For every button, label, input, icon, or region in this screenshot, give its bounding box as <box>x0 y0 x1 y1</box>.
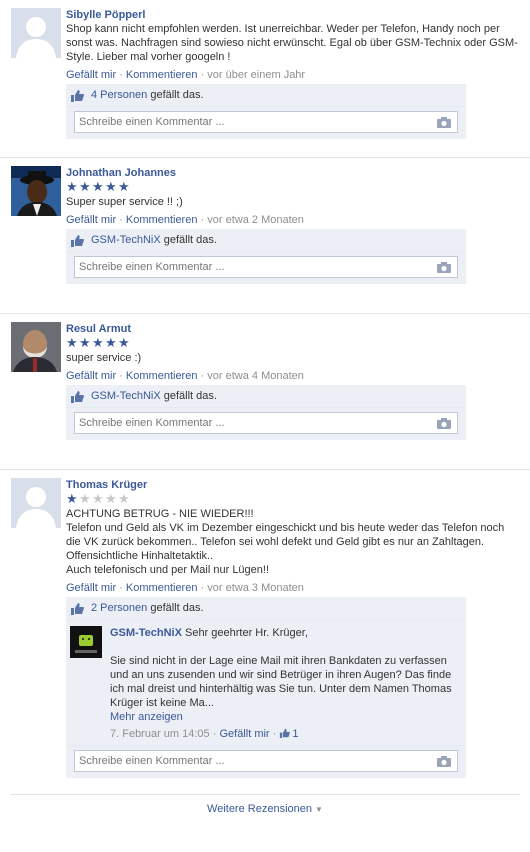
like-link[interactable]: Gefällt mir <box>66 370 116 382</box>
review-text-line: Telefon und Geld als VK im Dezember eing… <box>66 522 505 562</box>
comment-panel: GSM-TechNiX gefällt das. Schreibe einen … <box>66 229 466 284</box>
review-text-line: Auch telefonisch und per Mail nur Lügen!… <box>66 564 270 576</box>
comment-placeholder: Schreibe einen Kommentar ... <box>79 417 225 429</box>
comment-link[interactable]: Kommentieren <box>126 69 198 81</box>
review-item: Resul Armut ★ ★ ★ ★ ★ super service :) Gefäl… <box>0 313 530 469</box>
camera-icon[interactable] <box>437 755 451 767</box>
reply-author[interactable]: GSM-TechNiX <box>110 627 182 639</box>
review-text: super service :) <box>66 352 142 364</box>
star-icon: ★ <box>92 179 104 194</box>
star-icon: ★ <box>105 179 117 194</box>
comment-panel: GSM-TechNiX gefällt das. Schreibe einen … <box>66 385 466 440</box>
reply-meta: 7. Februar um 14:05 · Gefällt mir · 1 <box>110 728 299 740</box>
review-actions: Gefällt mir · Kommentieren · vor über ei… <box>66 69 306 81</box>
like-link[interactable]: Gefällt mir <box>66 69 116 81</box>
comment-input[interactable]: Schreibe einen Kommentar ... <box>74 412 458 434</box>
star-icon: ★ <box>66 335 78 350</box>
star-icon: ★ <box>118 491 130 506</box>
review-item: Thomas Krüger ★ ★ ★ ★ ★ ACHTUNG BETRUG - NIE… <box>0 469 530 794</box>
thumbs-up-icon <box>280 728 291 738</box>
thumbs-up-icon <box>71 390 84 403</box>
reply-comment: GSM-TechNiX Sehr geehrter Hr. Krüger, Si… <box>66 620 466 746</box>
like-link[interactable]: Gefällt mir <box>66 582 116 594</box>
timestamp: vor etwa 4 Monaten <box>207 370 304 382</box>
review-text: Super super service !! ;) <box>66 196 183 208</box>
star-icon: ★ <box>66 491 78 506</box>
comment-link[interactable]: Kommentieren <box>126 214 198 226</box>
likes-count-link[interactable]: GSM-TechNiX <box>91 233 161 247</box>
star-icon: ★ <box>118 335 130 350</box>
timestamp: vor etwa 2 Monaten <box>207 214 304 226</box>
review-text-line: ACHTUNG BETRUG - NIE WIEDER!!! <box>66 508 254 520</box>
star-icon: ★ <box>79 335 91 350</box>
comment-link[interactable]: Kommentieren <box>126 370 198 382</box>
likes-suffix: gefällt das. <box>163 234 217 246</box>
avatar[interactable] <box>11 322 61 372</box>
chevron-down-icon: ▼ <box>315 805 323 814</box>
reply-body: Sie sind nicht in der Lage eine Mail mit… <box>110 655 452 709</box>
reply-date: 7. Februar um 14:05 <box>110 728 210 740</box>
thumbs-up-icon <box>71 89 84 102</box>
page-avatar[interactable] <box>70 626 102 658</box>
star-icon: ★ <box>105 335 117 350</box>
reply-greeting: Sehr geehrter Hr. Krüger, <box>184 627 308 639</box>
more-reviews-label: Weitere Rezensionen <box>207 803 312 815</box>
comment-input[interactable]: Schreibe einen Kommentar ... <box>74 111 458 133</box>
comment-panel: 2 Personen gefällt das. GSM-TechNiX Sehr… <box>66 597 466 778</box>
camera-icon[interactable] <box>437 417 451 429</box>
comment-panel: 4 Personen gefällt das. Schreibe einen K… <box>66 84 466 139</box>
avatar[interactable] <box>11 166 61 216</box>
avatar[interactable] <box>11 478 61 528</box>
camera-icon[interactable] <box>437 116 451 128</box>
timestamp: vor über einem Jahr <box>207 69 306 81</box>
review-item: Sibylle Pöpperl Shop kann nicht empfohle… <box>0 0 530 157</box>
comment-link[interactable]: Kommentieren <box>126 582 198 594</box>
like-link[interactable]: Gefällt mir <box>66 214 116 226</box>
review-actions: Gefällt mir · Kommentieren · vor etwa 3 … <box>66 582 304 594</box>
star-icon: ★ <box>79 491 91 506</box>
star-rating: ★ ★ ★ ★ ★ <box>66 335 520 350</box>
reply-like-count[interactable]: 1 <box>292 728 298 740</box>
avatar[interactable] <box>11 8 61 58</box>
likes-suffix: gefällt das. <box>163 390 217 402</box>
likes-suffix: gefällt das. <box>150 602 204 614</box>
review-actions: Gefällt mir · Kommentieren · vor etwa 4 … <box>66 370 304 382</box>
star-rating: ★ ★ ★ ★ ★ <box>66 179 520 194</box>
likes-summary: GSM-TechNiX gefällt das. <box>66 229 466 252</box>
reviewer-name[interactable]: Sibylle Pöpperl <box>66 8 520 22</box>
review-item: Johnathan Johannes ★ ★ ★ ★ ★ Super super ser… <box>0 157 530 313</box>
likes-count-link[interactable]: 4 Personen <box>91 88 147 102</box>
star-icon: ★ <box>66 179 78 194</box>
review-text: ACHTUNG BETRUG - NIE WIEDER!!! Telefon u… <box>66 507 520 577</box>
review-actions: Gefällt mir · Kommentieren · vor etwa 2 … <box>66 214 304 226</box>
reply-like-link[interactable]: Gefällt mir <box>219 728 269 740</box>
comment-placeholder: Schreibe einen Kommentar ... <box>79 116 225 128</box>
star-icon: ★ <box>92 491 104 506</box>
comment-placeholder: Schreibe einen Kommentar ... <box>79 755 225 767</box>
review-text: Shop kann nicht empfohlen werden. Ist un… <box>66 23 518 63</box>
star-icon: ★ <box>118 179 130 194</box>
more-reviews-link[interactable]: Weitere Rezensionen ▼ <box>10 794 520 823</box>
reviewer-name[interactable]: Resul Armut <box>66 322 520 336</box>
reviewer-name[interactable]: Johnathan Johannes <box>66 166 520 180</box>
reviewer-name[interactable]: Thomas Krüger <box>66 478 520 492</box>
star-icon: ★ <box>105 491 117 506</box>
comment-placeholder: Schreibe einen Kommentar ... <box>79 261 225 273</box>
likes-count-link[interactable]: GSM-TechNiX <box>91 389 161 403</box>
likes-summary: 4 Personen gefällt das. <box>66 84 466 107</box>
thumbs-up-icon <box>71 602 84 615</box>
camera-icon[interactable] <box>437 261 451 273</box>
thumbs-up-icon <box>71 234 84 247</box>
comment-input[interactable]: Schreibe einen Kommentar ... <box>74 256 458 278</box>
star-icon: ★ <box>92 335 104 350</box>
likes-count-link[interactable]: 2 Personen <box>91 601 147 615</box>
likes-suffix: gefällt das. <box>150 89 204 101</box>
star-icon: ★ <box>79 179 91 194</box>
likes-summary: 2 Personen gefällt das. <box>66 597 466 620</box>
comment-input[interactable]: Schreibe einen Kommentar ... <box>74 750 458 772</box>
timestamp: vor etwa 3 Monaten <box>207 582 304 594</box>
show-more-link[interactable]: Mehr anzeigen <box>110 710 460 724</box>
likes-summary: GSM-TechNiX gefällt das. <box>66 385 466 408</box>
star-rating: ★ ★ ★ ★ ★ <box>66 491 520 506</box>
